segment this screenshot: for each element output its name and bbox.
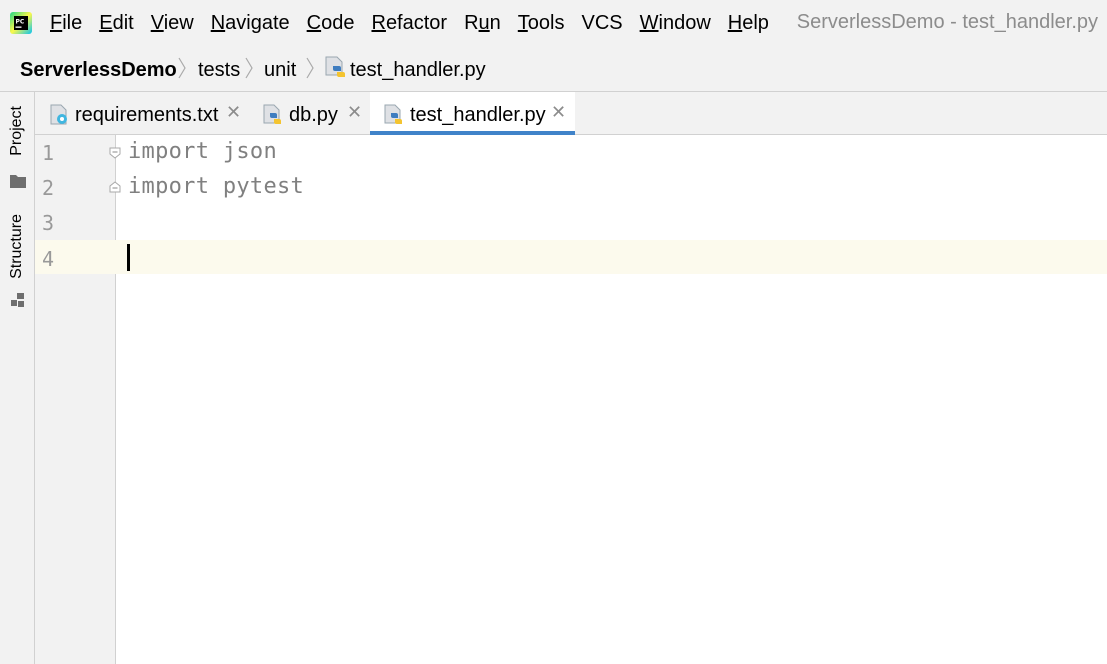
menu-item-vcs[interactable]: VCS bbox=[582, 12, 623, 35]
text-caret bbox=[127, 244, 130, 271]
line-number: 2 bbox=[42, 176, 55, 200]
tab-label: test_handler.py bbox=[410, 104, 546, 126]
tab-label: db.py bbox=[289, 104, 338, 126]
menu-item-run[interactable]: Run bbox=[464, 12, 501, 35]
menu-item-file[interactable]: File bbox=[50, 12, 82, 35]
python-file-icon bbox=[384, 104, 402, 124]
structure-tool-button[interactable]: Structure bbox=[0, 210, 35, 310]
fold-end-marker-icon[interactable] bbox=[109, 181, 121, 193]
current-line-highlight bbox=[35, 240, 1107, 274]
code-editor[interactable] bbox=[116, 135, 1107, 664]
breadcrumb: ServerlessDemo tests unit test_handler.p… bbox=[0, 46, 1107, 92]
menu-item-navigate[interactable]: Navigate bbox=[211, 12, 290, 35]
code-line[interactable]: import json bbox=[128, 139, 277, 164]
tab-label: requirements.txt bbox=[75, 104, 219, 126]
menu-items: File Edit View Navigate Code Refactor Run Tools… bbox=[50, 0, 786, 46]
pycharm-logo-icon: PC bbox=[10, 12, 32, 34]
tab-requirements[interactable]: requirements.txt ✕ bbox=[35, 92, 249, 134]
close-icon[interactable]: ✕ bbox=[347, 102, 362, 123]
code-line[interactable]: import pytest bbox=[128, 174, 304, 199]
chevron-right-icon bbox=[178, 57, 186, 79]
chevron-right-icon bbox=[245, 57, 253, 79]
menu-item-edit[interactable]: Edit bbox=[99, 12, 133, 35]
menu-item-refactor[interactable]: Refactor bbox=[371, 12, 447, 35]
chevron-right-icon bbox=[306, 57, 314, 79]
python-file-icon bbox=[263, 104, 281, 124]
breadcrumb-tests[interactable]: tests bbox=[198, 59, 240, 82]
breadcrumb-file[interactable]: test_handler.py bbox=[350, 59, 486, 82]
menu-item-view[interactable]: View bbox=[151, 12, 194, 35]
menu-item-tools[interactable]: Tools bbox=[518, 12, 565, 35]
close-icon[interactable]: ✕ bbox=[551, 102, 566, 123]
structure-tool-label: Structure bbox=[8, 214, 25, 279]
close-icon[interactable]: ✕ bbox=[226, 102, 241, 123]
breadcrumb-project[interactable]: ServerlessDemo bbox=[20, 59, 177, 82]
menu-item-code[interactable]: Code bbox=[307, 12, 355, 35]
editor-tab-bar: requirements.txt ✕ db.py ✕ test_handler.… bbox=[35, 92, 1107, 135]
folder-icon bbox=[10, 175, 26, 188]
breadcrumb-unit[interactable]: unit bbox=[264, 59, 296, 82]
python-file-icon bbox=[325, 56, 345, 77]
svg-text:PC: PC bbox=[16, 19, 25, 26]
tab-db[interactable]: db.py ✕ bbox=[249, 92, 370, 134]
structure-icon bbox=[11, 293, 24, 307]
line-number: 4 bbox=[42, 247, 55, 271]
tab-test-handler[interactable]: test_handler.py ✕ bbox=[370, 92, 575, 135]
line-number: 1 bbox=[42, 141, 55, 165]
line-number: 3 bbox=[42, 211, 55, 235]
menu-bar: PC File Edit View Navigate Code Refactor Run To… bbox=[0, 0, 1107, 46]
tool-window-strip: Project Structure bbox=[0, 92, 35, 664]
project-tool-label: Project bbox=[8, 106, 25, 156]
text-file-icon bbox=[50, 104, 67, 125]
fold-marker-icon[interactable] bbox=[109, 147, 121, 159]
project-tool-button[interactable]: Project bbox=[0, 100, 35, 195]
window-title: ServerlessDemo - test_handler.py bbox=[796, 11, 1098, 33]
menu-item-window[interactable]: Window bbox=[640, 12, 711, 35]
menu-item-help[interactable]: Help bbox=[728, 12, 769, 35]
